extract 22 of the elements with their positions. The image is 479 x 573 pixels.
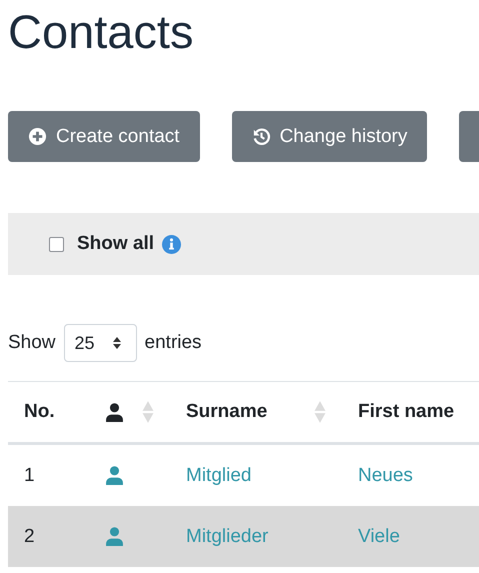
entries-label: entries (144, 332, 202, 354)
row-number: 2 (24, 526, 35, 546)
person-icon (106, 402, 123, 422)
checkbox[interactable] (49, 236, 64, 252)
page-title: Contacts (8, 4, 194, 60)
sort-icon (142, 400, 154, 424)
toolbar-button[interactable]: Create contact (8, 111, 200, 162)
column-heading[interactable]: Surname (170, 382, 342, 444)
person-icon (106, 527, 123, 546)
column-heading[interactable]: No. (8, 382, 90, 444)
sort-icon (314, 400, 326, 424)
row-number: 1 (24, 464, 35, 486)
info-icon[interactable] (162, 234, 182, 254)
history-icon (252, 127, 271, 146)
updown-caret-icon (112, 336, 122, 350)
person-icon (106, 466, 123, 485)
entries-select[interactable]: 25 (64, 324, 137, 362)
column-heading[interactable]: First name (342, 382, 479, 444)
plus-circle-icon (28, 127, 47, 146)
toolbar-button[interactable]: Change history (232, 111, 428, 162)
show-label: Show (8, 332, 56, 354)
show-all-label[interactable]: Show all (77, 233, 154, 255)
